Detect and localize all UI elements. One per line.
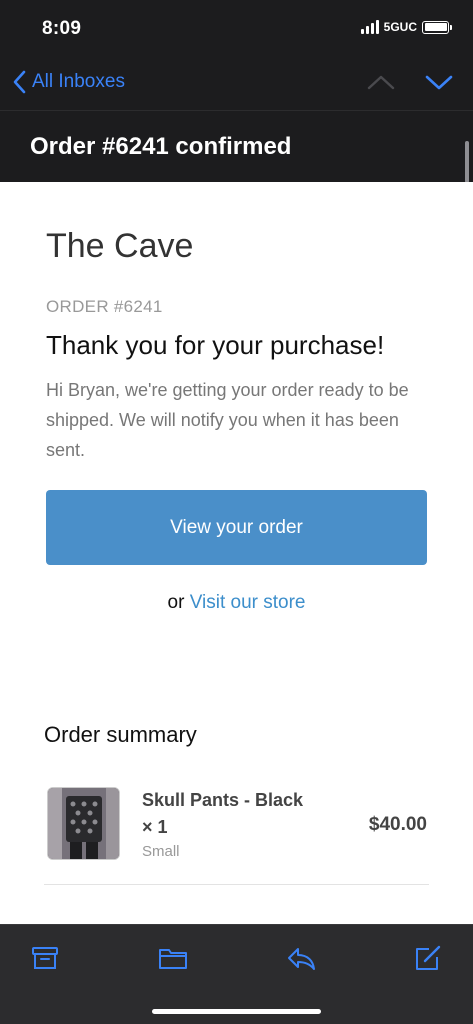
order-number: ORDER #6241 xyxy=(46,297,163,316)
subject-header: Order #6241 confirmed xyxy=(0,110,473,183)
store-name: The Cave xyxy=(46,227,194,265)
email-body[interactable]: The Cave ORDER #6241 Thank you for your … xyxy=(0,182,473,924)
product-image xyxy=(47,787,120,860)
thank-you-heading: Thank you for your purchase! xyxy=(46,330,385,360)
chevron-down-icon[interactable] xyxy=(425,70,453,94)
or-text: or xyxy=(167,592,185,613)
folder-icon[interactable] xyxy=(158,943,188,973)
email-subject: Order #6241 confirmed xyxy=(30,133,292,160)
message-nav xyxy=(367,70,453,94)
store-link-line: or Visit our store xyxy=(0,592,473,614)
chevron-up-icon[interactable] xyxy=(367,70,395,94)
archive-icon[interactable] xyxy=(30,943,60,973)
chevron-left-icon xyxy=(13,70,26,94)
back-label: All Inboxes xyxy=(32,71,125,92)
back-button[interactable]: All Inboxes xyxy=(12,70,125,94)
visit-store-link[interactable]: Visit our store xyxy=(190,592,306,613)
status-indicators: 5GUC xyxy=(360,20,452,34)
product-name: Skull Pants - Black × 1 xyxy=(142,790,304,837)
scrollbar[interactable] xyxy=(465,141,469,183)
summary-divider xyxy=(44,884,429,885)
order-message: Hi Bryan, we're getting your order ready… xyxy=(46,380,409,460)
product-variant: Small xyxy=(142,843,180,860)
status-bar: 8:09 5GUC xyxy=(0,0,473,62)
compose-icon[interactable] xyxy=(413,943,443,973)
network-label: 5GUC xyxy=(383,20,417,34)
nav-bar: All Inboxes xyxy=(0,62,473,110)
status-time: 8:09 xyxy=(42,18,82,39)
product-price: $40.00 xyxy=(368,814,427,835)
view-order-button[interactable]: View your order xyxy=(46,490,427,565)
signal-icon xyxy=(360,20,379,34)
home-indicator[interactable] xyxy=(152,1009,321,1014)
battery-icon xyxy=(422,20,452,34)
order-summary-title: Order summary xyxy=(44,722,197,747)
reply-icon[interactable] xyxy=(286,943,316,973)
